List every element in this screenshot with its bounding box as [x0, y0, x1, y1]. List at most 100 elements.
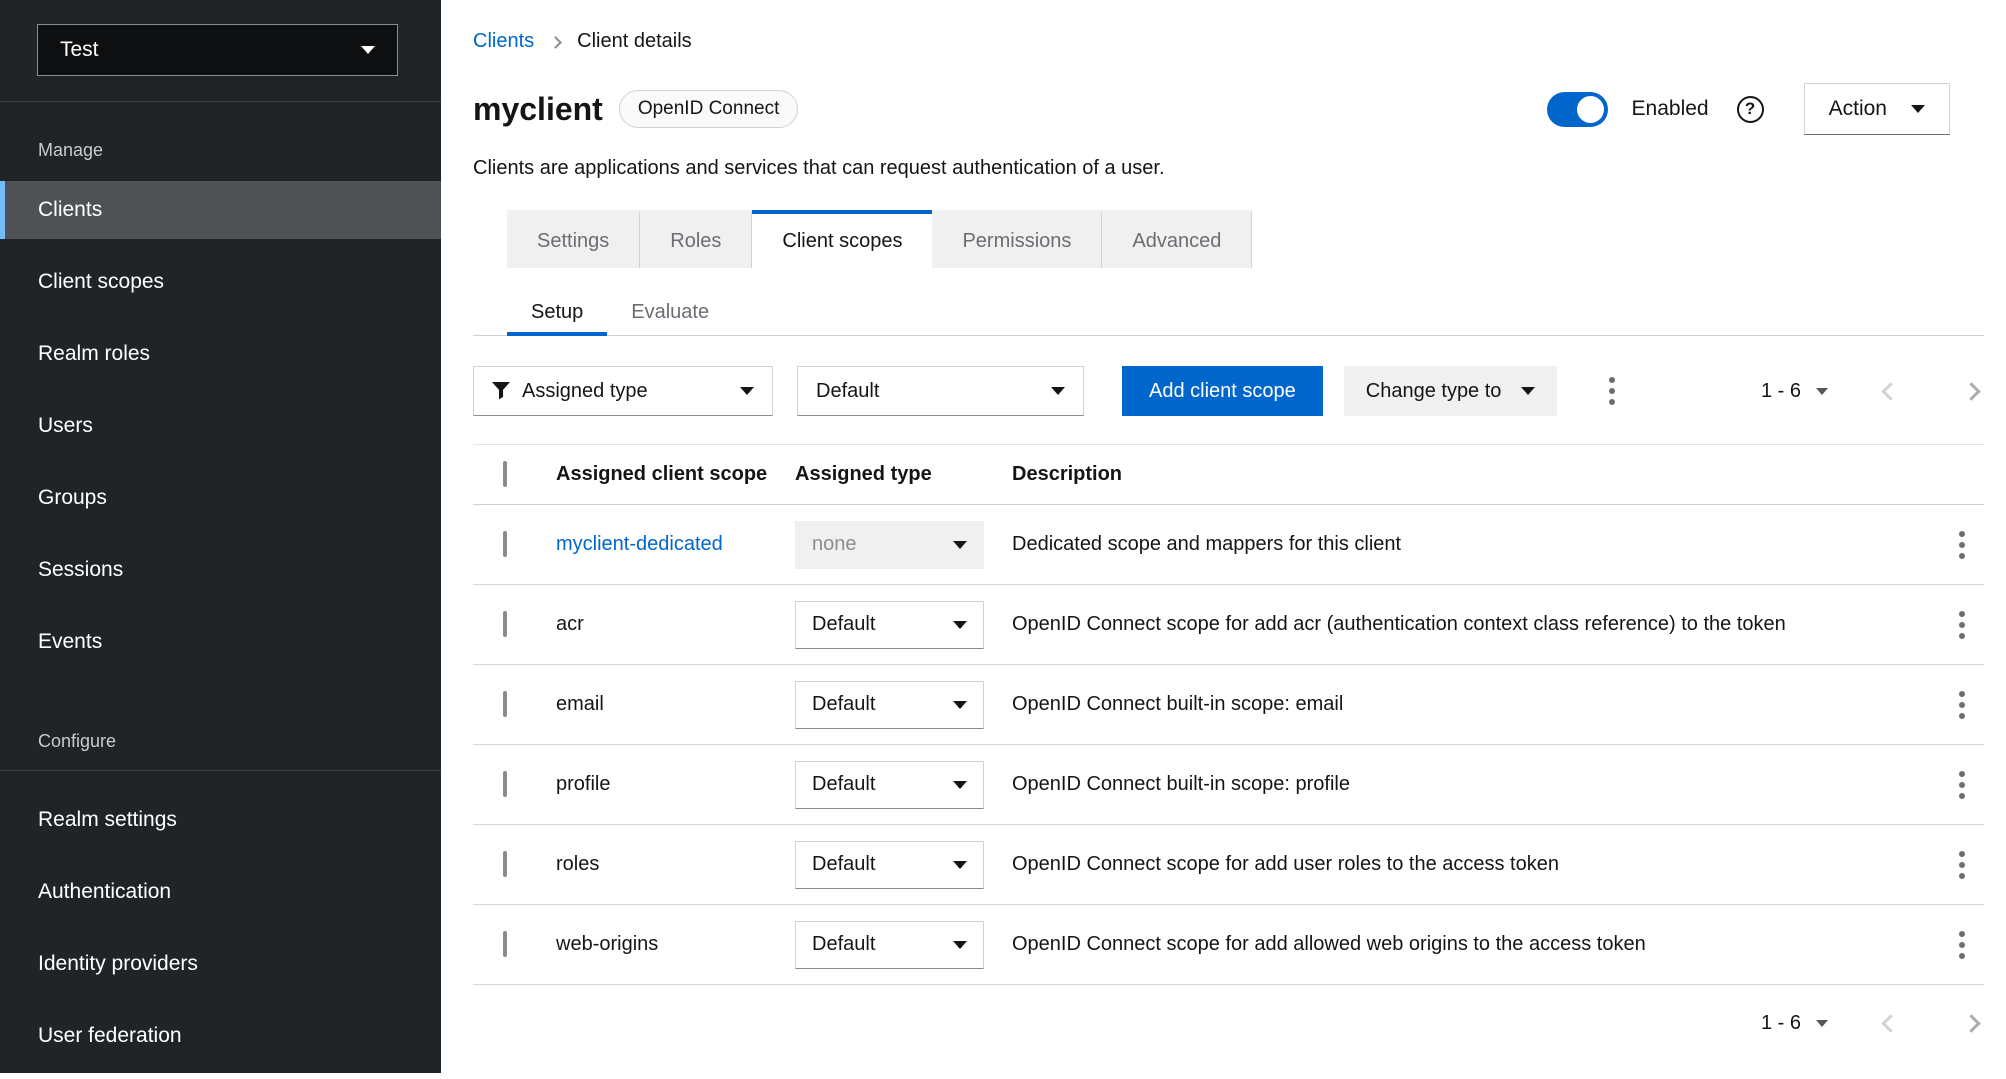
- sidebar-item-identity-providers[interactable]: Identity providers: [0, 935, 441, 993]
- table-header-row: Assigned client scope Assigned type Desc…: [473, 445, 1984, 505]
- table-toolbar: Assigned type Default Add client scope C…: [473, 366, 1984, 416]
- realm-selector[interactable]: Test: [37, 24, 398, 76]
- select-all-checkbox[interactable]: [503, 461, 507, 487]
- column-header-assigned-client-scope: Assigned client scope: [556, 463, 795, 486]
- caret-down-icon: [953, 621, 967, 629]
- row-checkbox[interactable]: [503, 691, 507, 717]
- table-row: email Default OpenID Connect built-in sc…: [473, 665, 1984, 745]
- tab-client-scopes[interactable]: Client scopes: [752, 210, 932, 268]
- row-checkbox[interactable]: [503, 611, 507, 637]
- pagination-next-button[interactable]: [1959, 379, 1984, 404]
- assigned-type-select[interactable]: Default: [795, 601, 984, 649]
- chevron-left-icon: [1881, 382, 1899, 400]
- sidebar: Test Manage Clients Client scopes Realm …: [0, 0, 441, 1073]
- pagination-next-button[interactable]: [1959, 1011, 1984, 1036]
- nav-group-manage: Manage: [0, 140, 441, 161]
- sidebar-item-clients[interactable]: Clients: [0, 181, 441, 239]
- subtab-evaluate[interactable]: Evaluate: [607, 292, 733, 336]
- tab-roles[interactable]: Roles: [640, 210, 752, 268]
- column-header-assigned-type: Assigned type: [795, 463, 1012, 486]
- scope-name-link[interactable]: myclient-dedicated: [556, 533, 723, 555]
- row-kebab-menu-icon[interactable]: [1953, 685, 1971, 725]
- nav-list-manage: Clients Client scopes Realm roles Users …: [0, 181, 441, 671]
- tab-advanced[interactable]: Advanced: [1102, 210, 1252, 268]
- row-kebab-menu-icon[interactable]: [1953, 765, 1971, 805]
- realm-name: Test: [60, 38, 99, 62]
- title-row: myclient OpenID Connect Enabled ? Action: [473, 83, 1984, 135]
- table-row: roles Default OpenID Connect scope for a…: [473, 825, 1984, 905]
- caret-down-icon: [953, 541, 967, 549]
- row-checkbox[interactable]: [503, 931, 507, 957]
- caret-down-icon: [1816, 388, 1828, 395]
- row-kebab-menu-icon[interactable]: [1953, 525, 1971, 565]
- caret-down-icon: [953, 701, 967, 709]
- tab-settings[interactable]: Settings: [507, 210, 640, 268]
- tab-permissions[interactable]: Permissions: [932, 210, 1102, 268]
- change-type-to-dropdown[interactable]: Change type to: [1344, 366, 1558, 416]
- main-tabs: Settings Roles Client scopes Permissions…: [507, 210, 1984, 268]
- help-icon[interactable]: ?: [1737, 96, 1764, 123]
- row-checkbox[interactable]: [503, 851, 507, 877]
- caret-down-icon: [1911, 105, 1925, 113]
- sidebar-item-user-federation[interactable]: User federation: [0, 1007, 441, 1065]
- toolbar-kebab-menu-icon[interactable]: [1603, 371, 1621, 411]
- assigned-type-select[interactable]: Default: [795, 681, 984, 729]
- assigned-type-select[interactable]: Default: [795, 761, 984, 809]
- caret-down-icon: [1521, 387, 1535, 395]
- main-content: Clients Client details myclient OpenID C…: [441, 0, 2006, 1073]
- protocol-badge: OpenID Connect: [619, 90, 799, 128]
- header-controls: Enabled ? Action: [1547, 83, 1950, 135]
- pagination-range-dropdown[interactable]: 1 - 6: [1761, 380, 1828, 403]
- page-description: Clients are applications and services th…: [473, 157, 1984, 180]
- pagination-bottom-bar: 1 - 6: [473, 1011, 1984, 1036]
- table-row: web-origins Default OpenID Connect scope…: [473, 905, 1984, 985]
- table-row: profile Default OpenID Connect built-in …: [473, 745, 1984, 825]
- scope-description: OpenID Connect built-in scope: email: [1012, 693, 1940, 716]
- row-kebab-menu-icon[interactable]: [1953, 845, 1971, 885]
- add-client-scope-button[interactable]: Add client scope: [1122, 366, 1323, 416]
- assigned-type-select[interactable]: none: [795, 521, 984, 569]
- scope-description: OpenID Connect scope for add allowed web…: [1012, 933, 1940, 956]
- breadcrumb-clients-link[interactable]: Clients: [473, 30, 534, 53]
- scope-description: OpenID Connect scope for add user roles …: [1012, 853, 1940, 876]
- scope-name: acr: [556, 613, 584, 635]
- assigned-type-select[interactable]: Default: [795, 841, 984, 889]
- sidebar-item-sessions[interactable]: Sessions: [0, 541, 441, 599]
- caret-down-icon: [740, 387, 754, 395]
- chevron-left-icon: [1881, 1014, 1899, 1032]
- pagination-prev-button[interactable]: [1878, 1011, 1903, 1036]
- sidebar-item-realm-settings[interactable]: Realm settings: [0, 791, 441, 849]
- enabled-toggle[interactable]: [1547, 92, 1608, 127]
- chevron-right-icon: [549, 36, 562, 49]
- filter-icon: [492, 382, 510, 400]
- type-value-select[interactable]: Default: [797, 366, 1084, 416]
- pagination-prev-button[interactable]: [1878, 379, 1903, 404]
- row-kebab-menu-icon[interactable]: [1953, 605, 1971, 645]
- subtab-setup[interactable]: Setup: [507, 292, 607, 336]
- row-kebab-menu-icon[interactable]: [1953, 925, 1971, 965]
- row-checkbox[interactable]: [503, 531, 507, 557]
- nav-group-configure: Configure: [0, 731, 441, 752]
- caret-down-icon: [953, 781, 967, 789]
- sidebar-item-events[interactable]: Events: [0, 613, 441, 671]
- assigned-type-filter-select[interactable]: Assigned type: [473, 366, 773, 416]
- sidebar-item-client-scopes[interactable]: Client scopes: [0, 253, 441, 311]
- breadcrumb-current: Client details: [577, 30, 692, 53]
- assigned-type-select[interactable]: Default: [795, 921, 984, 969]
- pagination-range-dropdown[interactable]: 1 - 6: [1761, 1012, 1828, 1035]
- pagination-top: 1 - 6: [1761, 379, 1984, 404]
- breadcrumb: Clients Client details: [473, 30, 1984, 53]
- sidebar-item-authentication[interactable]: Authentication: [0, 863, 441, 921]
- page: Test Manage Clients Client scopes Realm …: [0, 0, 2006, 1073]
- nav-section-divider: [0, 770, 441, 771]
- sidebar-item-realm-roles[interactable]: Realm roles: [0, 325, 441, 383]
- client-scopes-table: Assigned client scope Assigned type Desc…: [473, 444, 1984, 985]
- caret-down-icon: [361, 46, 375, 54]
- scope-name: web-origins: [556, 933, 658, 955]
- sidebar-item-groups[interactable]: Groups: [0, 469, 441, 527]
- action-dropdown[interactable]: Action: [1804, 83, 1950, 135]
- row-checkbox[interactable]: [503, 771, 507, 797]
- scope-description: Dedicated scope and mappers for this cli…: [1012, 533, 1940, 556]
- sidebar-item-users[interactable]: Users: [0, 397, 441, 455]
- pagination-bottom: 1 - 6: [1761, 1011, 1984, 1036]
